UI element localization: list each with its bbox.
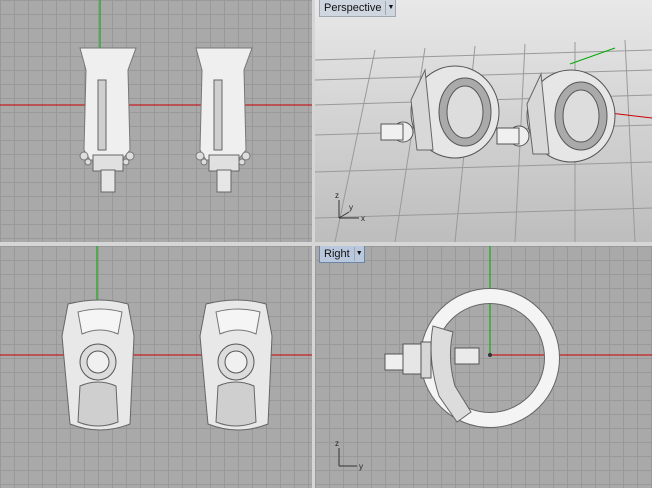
rhino-workspace: z x y Perspective ▼ z y Right ▼: [0, 0, 652, 488]
viewport-front[interactable]: [0, 246, 312, 488]
svg-text:y: y: [349, 203, 353, 212]
earring-top-left: [79, 47, 137, 193]
svg-text:x: x: [361, 214, 365, 223]
viewport-title-right[interactable]: Right ▼: [319, 246, 365, 263]
viewport-right[interactable]: z y Right ▼: [315, 246, 652, 488]
front-view-canvas: [0, 246, 312, 431]
viewport-menu-dropdown-icon[interactable]: ▼: [353, 247, 364, 261]
viewport-title-perspective[interactable]: Perspective ▼: [319, 0, 397, 17]
earring-front-right: [199, 299, 273, 431]
earring-right-profile: [384, 288, 560, 428]
svg-text:z: z: [335, 439, 339, 448]
viewport-label: Perspective: [324, 2, 382, 14]
earring-front-left: [61, 299, 135, 431]
viewport-menu-dropdown-icon[interactable]: ▼: [385, 1, 395, 15]
svg-text:z: z: [335, 191, 339, 200]
svg-text:y: y: [359, 462, 363, 471]
earring-top-right: [195, 47, 253, 193]
top-view-canvas: [0, 0, 312, 193]
viewport-perspective[interactable]: z x y Perspective ▼: [315, 0, 652, 242]
viewport-label: Right: [324, 248, 350, 260]
perspective-canvas: z x y: [315, 0, 652, 242]
axis-triad-right: z y: [335, 439, 363, 471]
right-view-canvas: z y: [335, 246, 652, 471]
viewport-top[interactable]: [0, 0, 312, 242]
